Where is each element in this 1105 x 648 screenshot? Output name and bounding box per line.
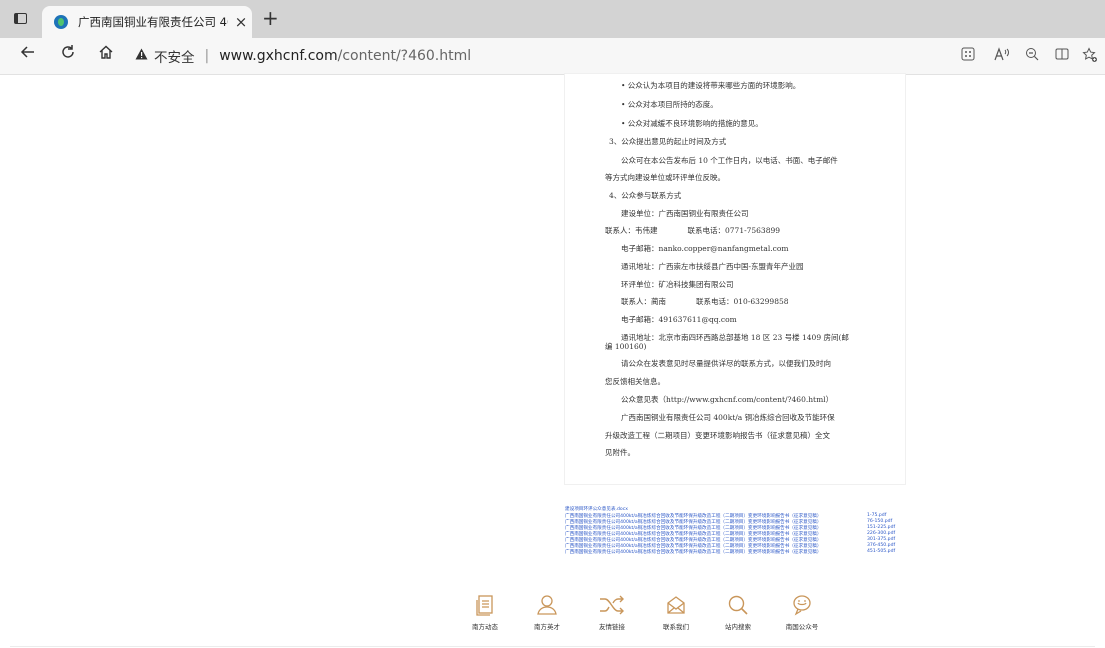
search-icon xyxy=(708,593,768,617)
insecure-label: 不安全 xyxy=(154,50,195,66)
read-aloud-icon[interactable] xyxy=(992,47,1012,65)
back-icon[interactable] xyxy=(16,44,40,66)
footer-item-label: 南方动态 xyxy=(472,623,498,631)
doc-line: 公众意见表（http://www.gxhcnf.com/content/?460… xyxy=(621,395,834,404)
address-bar[interactable]: 不安全 | www.gxhcnf.com/content/?460.html xyxy=(135,42,935,70)
doc-line: 通讯地址：广西崇左市扶绥县广西中国-东盟青年产业园 xyxy=(621,262,804,271)
footer-nav: 南方动态 南方英才 友情链接 联系我们 站内搜索 南国公众号 xyxy=(0,593,1105,633)
doc-line: 等方式向建设单位或环评单位反映。 xyxy=(605,173,725,182)
url-host: www.gxhcnf.com xyxy=(219,48,338,64)
app-grid-icon[interactable] xyxy=(958,47,978,65)
footer-item-contact[interactable]: 联系我们 xyxy=(646,593,706,631)
doc-line: 请公众在发表意见时尽量提供详尽的联系方式，以便我们及时向 xyxy=(621,359,831,368)
doc-line: 广西南国铜业有限责任公司 400kt/a 铜冶炼综合回收及节能环保 xyxy=(621,413,835,422)
warning-icon[interactable] xyxy=(135,48,148,64)
doc-line: 3、公众提出意见的起止时间及方式 xyxy=(609,137,727,146)
new-tab-button[interactable]: + xyxy=(262,6,279,30)
doc-line: 联系人：蔺南 联系电话：010-63299858 xyxy=(621,297,789,306)
browser-tab[interactable]: 广西南国铜业有限责任公司 400k × xyxy=(42,6,252,38)
footer-item-label: 站内搜索 xyxy=(725,623,751,631)
address-row: 不安全 | www.gxhcnf.com/content/?460.html xyxy=(0,38,1105,75)
doc-line: 通讯地址：北京市南四环西路总部基地 18 区 23 号楼 1409 房间(邮 xyxy=(621,333,849,342)
footer-item-news[interactable]: 南方动态 xyxy=(455,593,515,631)
doc-line: • 公众认为本项目的建设将带来哪些方面的环境影响。 xyxy=(621,81,801,90)
doc-line: 见附件。 xyxy=(605,448,635,457)
footer-item-talent[interactable]: 南方英才 xyxy=(517,593,577,631)
footer-item-wechat[interactable]: 南国公众号 xyxy=(772,593,832,631)
doc-line: 联系人：韦伟建 联系电话：0771-7563899 xyxy=(605,226,781,235)
refresh-icon[interactable] xyxy=(56,44,80,66)
footer-item-label: 南方英才 xyxy=(534,623,560,631)
footer-item-label: 友情链接 xyxy=(599,623,625,631)
news-icon xyxy=(455,593,515,617)
doc-line: 电子邮箱：nanko.copper@nanfangmetal.com xyxy=(621,244,789,253)
footer-divider xyxy=(10,646,1095,647)
mail-icon xyxy=(646,593,706,617)
footer-item-search[interactable]: 站内搜索 xyxy=(708,593,768,631)
footer-item-label: 联系我们 xyxy=(663,623,689,631)
tab-close-button[interactable]: × xyxy=(234,13,248,31)
zoom-icon[interactable] xyxy=(1022,47,1042,65)
doc-line: • 公众对减缓不良环境影响的措施的意见。 xyxy=(621,119,763,128)
address-separator: | xyxy=(204,48,210,64)
doc-line: 建设单位：广西南国铜业有限责任公司 xyxy=(621,209,749,218)
window-menu-icon[interactable] xyxy=(12,10,28,26)
doc-line: 环评单位：矿冶科技集团有限公司 xyxy=(621,280,734,289)
shuffle-icon xyxy=(582,593,642,617)
site-favicon-icon xyxy=(54,15,68,29)
home-icon[interactable] xyxy=(94,44,118,66)
doc-line: • 公众对本项目所持的态度。 xyxy=(621,100,718,109)
doc-line: 公众可在本公告发布后 10 个工作日内，以电话、书面、电子邮件 xyxy=(621,156,838,165)
doc-line: 您反馈相关信息。 xyxy=(605,377,665,386)
footer-item-label: 南国公众号 xyxy=(785,623,819,631)
footer-item-links[interactable]: 友情链接 xyxy=(582,593,642,631)
attachment-link[interactable]: 建设项目环评公众意见表.docx xyxy=(565,506,910,512)
attachment-list: 建设项目环评公众意见表.docx 广西南国铜业有限责任公司400kt/a铜冶炼综… xyxy=(565,506,910,564)
doc-line: 4、公众参与联系方式 xyxy=(609,191,682,200)
announcement-document: • 公众认为本项目的建设将带来哪些方面的环境影响。 • 公众对本项目所持的态度。… xyxy=(565,74,905,484)
tab-strip: 广西南国铜业有限责任公司 400k × + xyxy=(0,0,1105,38)
chat-icon xyxy=(772,593,832,617)
favorites-icon[interactable] xyxy=(1080,47,1100,67)
attachment-link[interactable]: 广西南国铜业有限责任公司400kt/a铜冶炼综合回收及节能环保升级改造工程（二期… xyxy=(565,549,910,555)
split-screen-icon[interactable] xyxy=(1052,47,1072,65)
doc-line: 升级改造工程（二期项目）变更环境影响报告书（征求意见稿）全文 xyxy=(605,431,830,440)
url-path: /content/?460.html xyxy=(337,48,472,64)
doc-line: 编 100160) xyxy=(605,342,647,351)
doc-line: 电子邮箱：491637611@qq.com xyxy=(621,315,737,324)
tab-title: 广西南国铜业有限责任公司 400k xyxy=(78,15,228,29)
person-icon xyxy=(517,593,577,617)
